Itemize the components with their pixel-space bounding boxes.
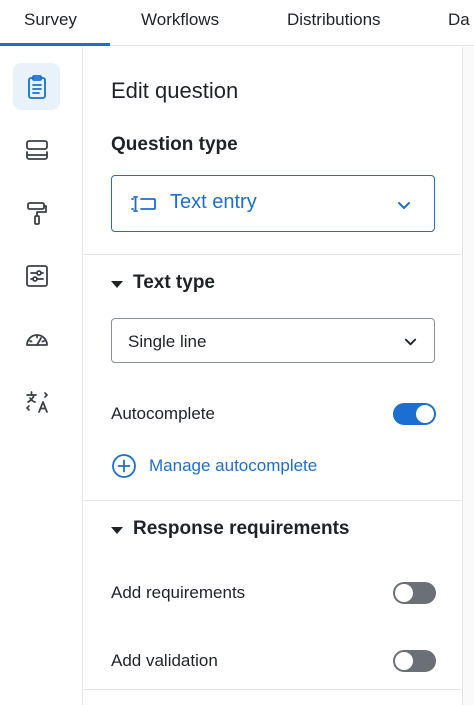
chevron-down-icon [398,202,410,209]
response-requirements-title: Response requirements [133,518,350,539]
active-tab-indicator [0,43,110,46]
section-divider [84,500,461,501]
autocomplete-label: Autocomplete [111,404,215,423]
blocks-layout-icon[interactable] [13,126,60,173]
add-validation-label: Add validation [111,651,218,670]
text-entry-icon [131,196,156,212]
toggle-knob [395,584,413,602]
question-type-select[interactable]: Text entry [111,175,435,232]
caret-down-icon [111,280,123,288]
paint-roller-icon[interactable] [13,189,60,236]
section-divider [84,254,461,255]
add-requirements-toggle[interactable] [393,582,436,604]
left-icon-rail [0,47,83,705]
text-type-select[interactable]: Single line [111,318,435,363]
question-type-value: Text entry [170,191,257,213]
tab-workflows[interactable]: Workflows [141,10,219,30]
manage-autocomplete-link[interactable]: Manage autocomplete [111,453,317,479]
question-type-label: Question type [111,134,238,155]
section-divider [84,689,461,690]
text-type-title: Text type [133,272,216,293]
edit-question-panel: Edit question Question type Text entry T… [84,47,461,705]
panel-heading: Edit question [111,78,239,103]
chevron-down-icon [404,338,417,346]
top-navigation: Survey Workflows Distributions Da [0,0,474,46]
translate-icon[interactable] [13,378,60,425]
survey-clipboard-icon[interactable] [13,63,60,110]
manage-autocomplete-label: Manage autocomplete [149,456,318,475]
autocomplete-toggle[interactable] [393,403,436,425]
text-type-section-header[interactable]: Text type [111,272,215,294]
toggle-knob [416,405,434,423]
panel-scrollbar[interactable] [462,47,474,705]
toggle-knob [395,652,413,670]
text-type-value: Single line [128,332,207,351]
gauge-icon[interactable] [13,315,60,362]
tab-survey[interactable]: Survey [24,10,77,30]
tab-data[interactable]: Da [448,10,470,30]
response-requirements-section-header[interactable]: Response requirements [111,518,349,540]
add-requirements-label: Add requirements [111,583,246,602]
add-circle-icon [112,454,136,478]
caret-down-icon [111,526,123,534]
add-validation-toggle[interactable] [393,650,436,672]
tab-distributions[interactable]: Distributions [287,10,381,30]
settings-sliders-icon[interactable] [13,252,60,299]
